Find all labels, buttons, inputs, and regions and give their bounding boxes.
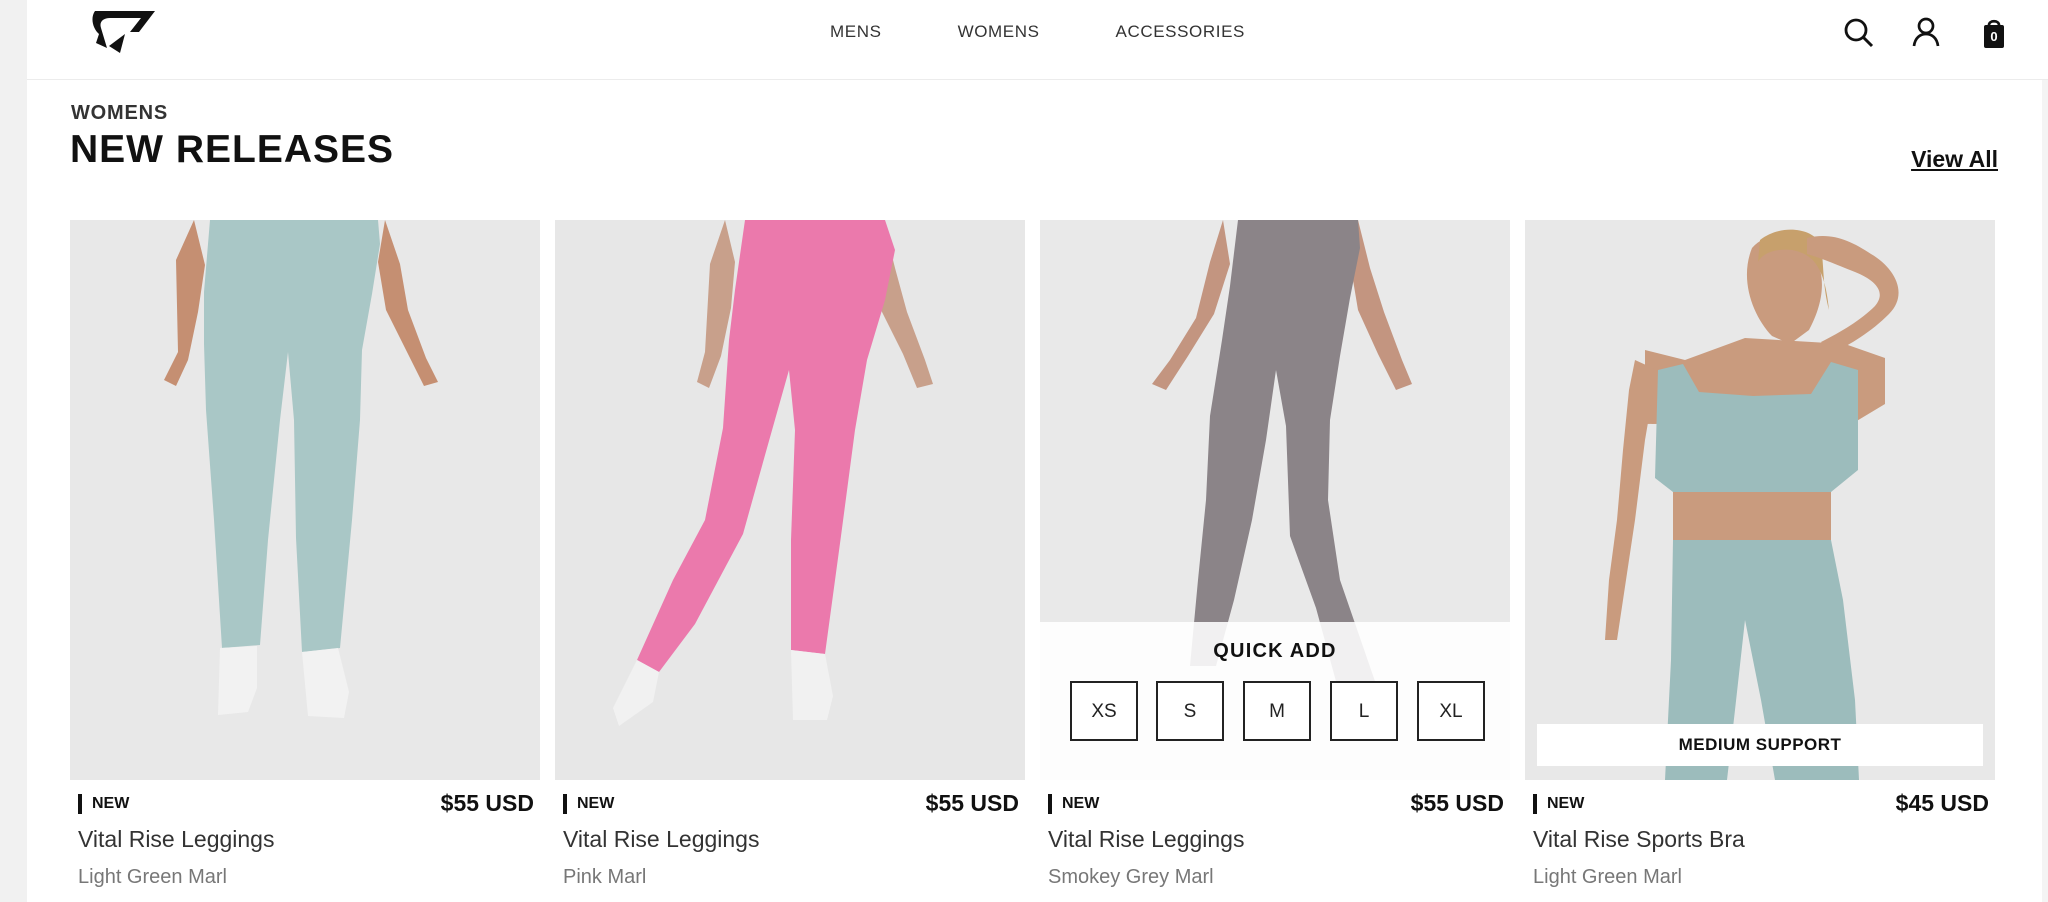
- product-color: Light Green Marl: [78, 866, 227, 888]
- nav-accessories[interactable]: ACCESSORIES: [1116, 22, 1245, 42]
- product-card[interactable]: NEW $55 USD Vital Rise Leggings Pink Mar…: [555, 220, 1025, 902]
- nav-womens[interactable]: WOMENS: [958, 22, 1040, 42]
- new-badge: NEW: [78, 794, 129, 814]
- section-title: NEW RELEASES: [70, 128, 395, 171]
- product-image[interactable]: [70, 220, 540, 780]
- product-image[interactable]: MEDIUM SUPPORT: [1525, 220, 1995, 780]
- product-name[interactable]: Vital Rise Leggings: [78, 826, 274, 853]
- nav-mens[interactable]: MENS: [830, 22, 882, 42]
- product-name[interactable]: Vital Rise Leggings: [1048, 826, 1244, 853]
- left-rail: [0, 0, 27, 902]
- model-image: [1525, 220, 1995, 780]
- product-price: $55 USD: [440, 790, 534, 816]
- product-price: $55 USD: [1410, 790, 1504, 816]
- quick-add-title: QUICK ADD: [1213, 640, 1337, 662]
- product-color: Light Green Marl: [1533, 866, 1682, 888]
- product-card[interactable]: NEW $55 USD Vital Rise Leggings Light Gr…: [70, 220, 540, 902]
- new-badge: NEW: [563, 794, 614, 814]
- product-color: Pink Marl: [563, 866, 647, 888]
- new-badge: NEW: [1048, 794, 1099, 814]
- support-label: MEDIUM SUPPORT: [1537, 724, 1983, 766]
- size-button-xl[interactable]: XL: [1417, 681, 1485, 741]
- product-image[interactable]: QUICK ADD XS S M L XL: [1040, 220, 1510, 780]
- cart-button[interactable]: 0: [1977, 14, 2011, 52]
- product-price: $55 USD: [925, 790, 1019, 816]
- model-image: [70, 220, 540, 780]
- product-name[interactable]: Vital Rise Sports Bra: [1533, 826, 1745, 853]
- product-card[interactable]: MEDIUM SUPPORT NEW $45 USD Vital Rise Sp…: [1525, 220, 1995, 902]
- view-all-link[interactable]: View All: [1911, 146, 1998, 173]
- product-image[interactable]: [555, 220, 1025, 780]
- product-color: Smokey Grey Marl: [1048, 866, 1214, 888]
- size-button-xs[interactable]: XS: [1070, 681, 1138, 741]
- cart-count: 0: [1990, 29, 1998, 44]
- size-button-m[interactable]: M: [1243, 681, 1311, 741]
- account-icon[interactable]: [1909, 14, 1943, 52]
- model-image: [555, 220, 1025, 780]
- search-icon[interactable]: [1842, 14, 1876, 52]
- section-kicker: WOMENS: [71, 102, 169, 124]
- scrollbar-track[interactable]: [2042, 0, 2048, 902]
- product-price: $45 USD: [1895, 790, 1989, 816]
- size-button-l[interactable]: L: [1330, 681, 1398, 741]
- product-card[interactable]: QUICK ADD XS S M L XL NEW $55 USD Vital …: [1040, 220, 1510, 902]
- new-badge: NEW: [1533, 794, 1584, 814]
- site-header: MENS WOMENS ACCESSORIES 0: [27, 0, 2048, 80]
- main-nav: MENS WOMENS ACCESSORIES: [27, 22, 2048, 44]
- product-name[interactable]: Vital Rise Leggings: [563, 826, 759, 853]
- size-button-s[interactable]: S: [1156, 681, 1224, 741]
- quick-add-panel: QUICK ADD XS S M L XL: [1040, 622, 1510, 780]
